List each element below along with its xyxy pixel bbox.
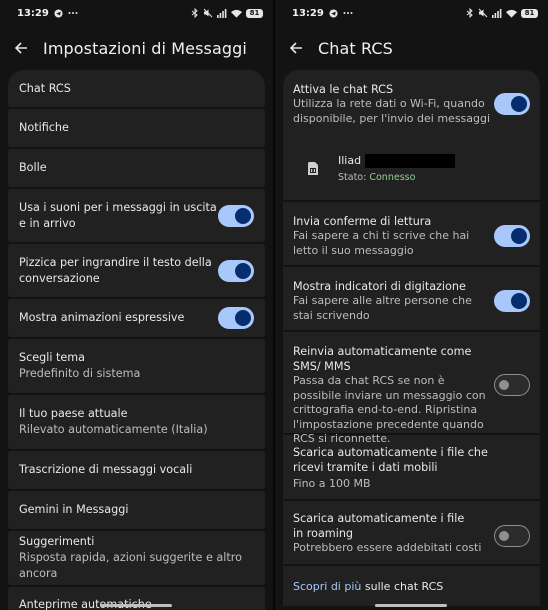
row-description: Utilizza la rete dati o Wi-Fi, quando di… [293, 97, 491, 125]
telegram-icon [329, 8, 338, 18]
typing-indicators-toggle[interactable] [494, 290, 530, 312]
status-bar: 13:29 81 [275, 0, 548, 26]
mute-icon [203, 8, 213, 18]
sim-status-row: Iliad Stato: Connesso [283, 136, 540, 200]
row-description: Fino a 100 MB [293, 477, 371, 490]
settings-list: Chat RCS Notifiche Bolle Usa i suoni per… [8, 70, 265, 610]
status-time: 13:29 [292, 7, 324, 19]
settings-item-value: Rilevato automaticamente (Italia) [19, 423, 208, 436]
animations-toggle[interactable] [218, 307, 254, 329]
settings-item-gemini[interactable]: Gemini in Messaggi [8, 491, 265, 529]
settings-item-voice-transcription[interactable]: Trascrizione di messaggi vocali [8, 451, 265, 489]
settings-item-label: Gemini in Messaggi [19, 503, 129, 516]
settings-item-label: Usa i suoni per i messaggi in uscita e i… [19, 200, 217, 230]
status-time: 13:29 [17, 7, 49, 19]
sim-status: Stato: Connesso [338, 171, 416, 183]
app-bar: Impostazioni di Messaggi [0, 26, 273, 70]
arrow-back-icon [14, 42, 27, 54]
redacted-number [365, 153, 456, 168]
sounds-toggle[interactable] [218, 204, 254, 227]
page-title: Impostazioni di Messaggi [43, 38, 247, 58]
resend-sms-row[interactable]: Reinvia automaticamente come SMS/ MMS Pa… [283, 332, 540, 445]
settings-item-label: Trascrizione di messaggi vocali [19, 463, 193, 476]
pinch-zoom-toggle[interactable] [218, 259, 254, 282]
back-button[interactable] [286, 38, 306, 58]
settings-item-label: Notifiche [19, 121, 69, 134]
row-description: Potrebbero essere addebitati costi [293, 541, 482, 554]
settings-item-value: Risposta rapida, azioni suggerite e altr… [19, 551, 242, 580]
settings-item-label: Scegli tema [19, 351, 86, 364]
rcs-settings-card: Attiva le chat RCS Utilizza la rete dati… [283, 70, 540, 610]
arrow-back-icon [289, 42, 302, 54]
settings-item-label: Bolle [19, 161, 47, 174]
settings-item-notifications[interactable]: Notifiche [8, 109, 265, 147]
page-title: Chat RCS [318, 38, 393, 58]
more-dots-icon [343, 11, 353, 15]
bluetooth-icon [191, 8, 199, 18]
sim-name: Iliad [338, 153, 456, 168]
resend-sms-toggle[interactable] [494, 374, 530, 396]
download-mobile-row[interactable]: Scarica automaticamente i file che ricev… [283, 435, 540, 499]
row-title: Scarica automaticamente i file in roamin… [293, 512, 465, 540]
settings-item-value: Predefinito di sistema [19, 367, 141, 380]
read-receipts-toggle[interactable] [494, 225, 530, 247]
row-title: Reinvia automaticamente come SMS/ MMS [293, 345, 472, 373]
settings-item-label: Pizzica per ingrandire il testo della co… [19, 255, 212, 285]
settings-item-country[interactable]: Il tuo paese attuale Rilevato automatica… [8, 395, 265, 449]
battery-icon: 81 [246, 8, 263, 18]
settings-item-bubbles[interactable]: Bolle [8, 149, 265, 187]
wifi-icon [231, 9, 242, 18]
row-title: Attiva le chat RCS [293, 83, 394, 96]
connected-status: Connesso [369, 171, 416, 183]
wifi-icon [506, 9, 517, 18]
typing-indicators-row[interactable]: Mostra indicatori di digitazione Fai sap… [283, 267, 540, 330]
row-title: Mostra indicatori di digitazione [293, 280, 466, 293]
more-dots-icon [68, 11, 78, 15]
enable-rcs-toggle[interactable] [494, 93, 530, 115]
bluetooth-icon [466, 8, 474, 18]
telegram-icon [54, 8, 63, 18]
row-description: Fai sapere alle altre persone che stai s… [293, 294, 472, 322]
row-title: Invia conferme di lettura [293, 215, 432, 228]
home-indicator[interactable] [375, 604, 447, 607]
read-receipts-row[interactable]: Invia conferme di lettura Fai sapere a c… [283, 202, 540, 265]
settings-screen: 13:29 81 Impostazioni di Messaggi Chat R… [0, 0, 273, 610]
enable-rcs-row[interactable]: Attiva le chat RCS Utilizza la rete dati… [283, 70, 540, 136]
download-roaming-toggle[interactable] [494, 525, 530, 547]
settings-item-animations[interactable]: Mostra animazioni espressive [8, 299, 265, 337]
settings-item-label: Suggerimenti [19, 535, 95, 548]
settings-item-pinch-zoom[interactable]: Pizzica per ingrandire il testo della co… [8, 244, 265, 297]
sim-card-icon [299, 161, 327, 175]
back-button[interactable] [11, 38, 31, 58]
learn-more-text: Scopri di più sulle chat RCS [293, 579, 444, 593]
settings-item-label: Il tuo paese attuale [19, 407, 128, 420]
app-bar: Chat RCS [275, 26, 548, 70]
settings-item-label: Mostra animazioni espressive [19, 311, 185, 324]
learn-more-link[interactable]: Scopri di più [293, 580, 361, 593]
settings-item-chat-rcs[interactable]: Chat RCS [8, 70, 265, 107]
signal-icon [492, 8, 502, 18]
download-roaming-row[interactable]: Scarica automaticamente i file in roamin… [283, 501, 540, 564]
settings-item-sounds[interactable]: Usa i suoni per i messaggi in uscita e i… [8, 189, 265, 242]
chat-rcs-screen: 13:29 81 Chat RCS Attiva le chat RCS Uti… [275, 0, 548, 610]
status-bar: 13:29 81 [0, 0, 273, 26]
signal-icon [217, 8, 227, 18]
settings-item-theme[interactable]: Scegli tema Predefinito di sistema [8, 339, 265, 393]
settings-item-suggestions[interactable]: Suggerimenti Risposta rapida, azioni sug… [8, 531, 265, 585]
settings-item-label: Chat RCS [19, 81, 71, 95]
learn-more-row: Scopri di più sulle chat RCS [283, 566, 540, 606]
home-indicator[interactable] [100, 604, 172, 607]
row-title: Scarica automaticamente i file che ricev… [293, 446, 488, 474]
mute-icon [478, 8, 488, 18]
battery-icon: 81 [521, 8, 538, 18]
row-description: Passa da chat RCS se non è possibile inv… [293, 374, 486, 445]
row-description: Fai sapere a chi ti scrive che hai letto… [293, 229, 470, 257]
